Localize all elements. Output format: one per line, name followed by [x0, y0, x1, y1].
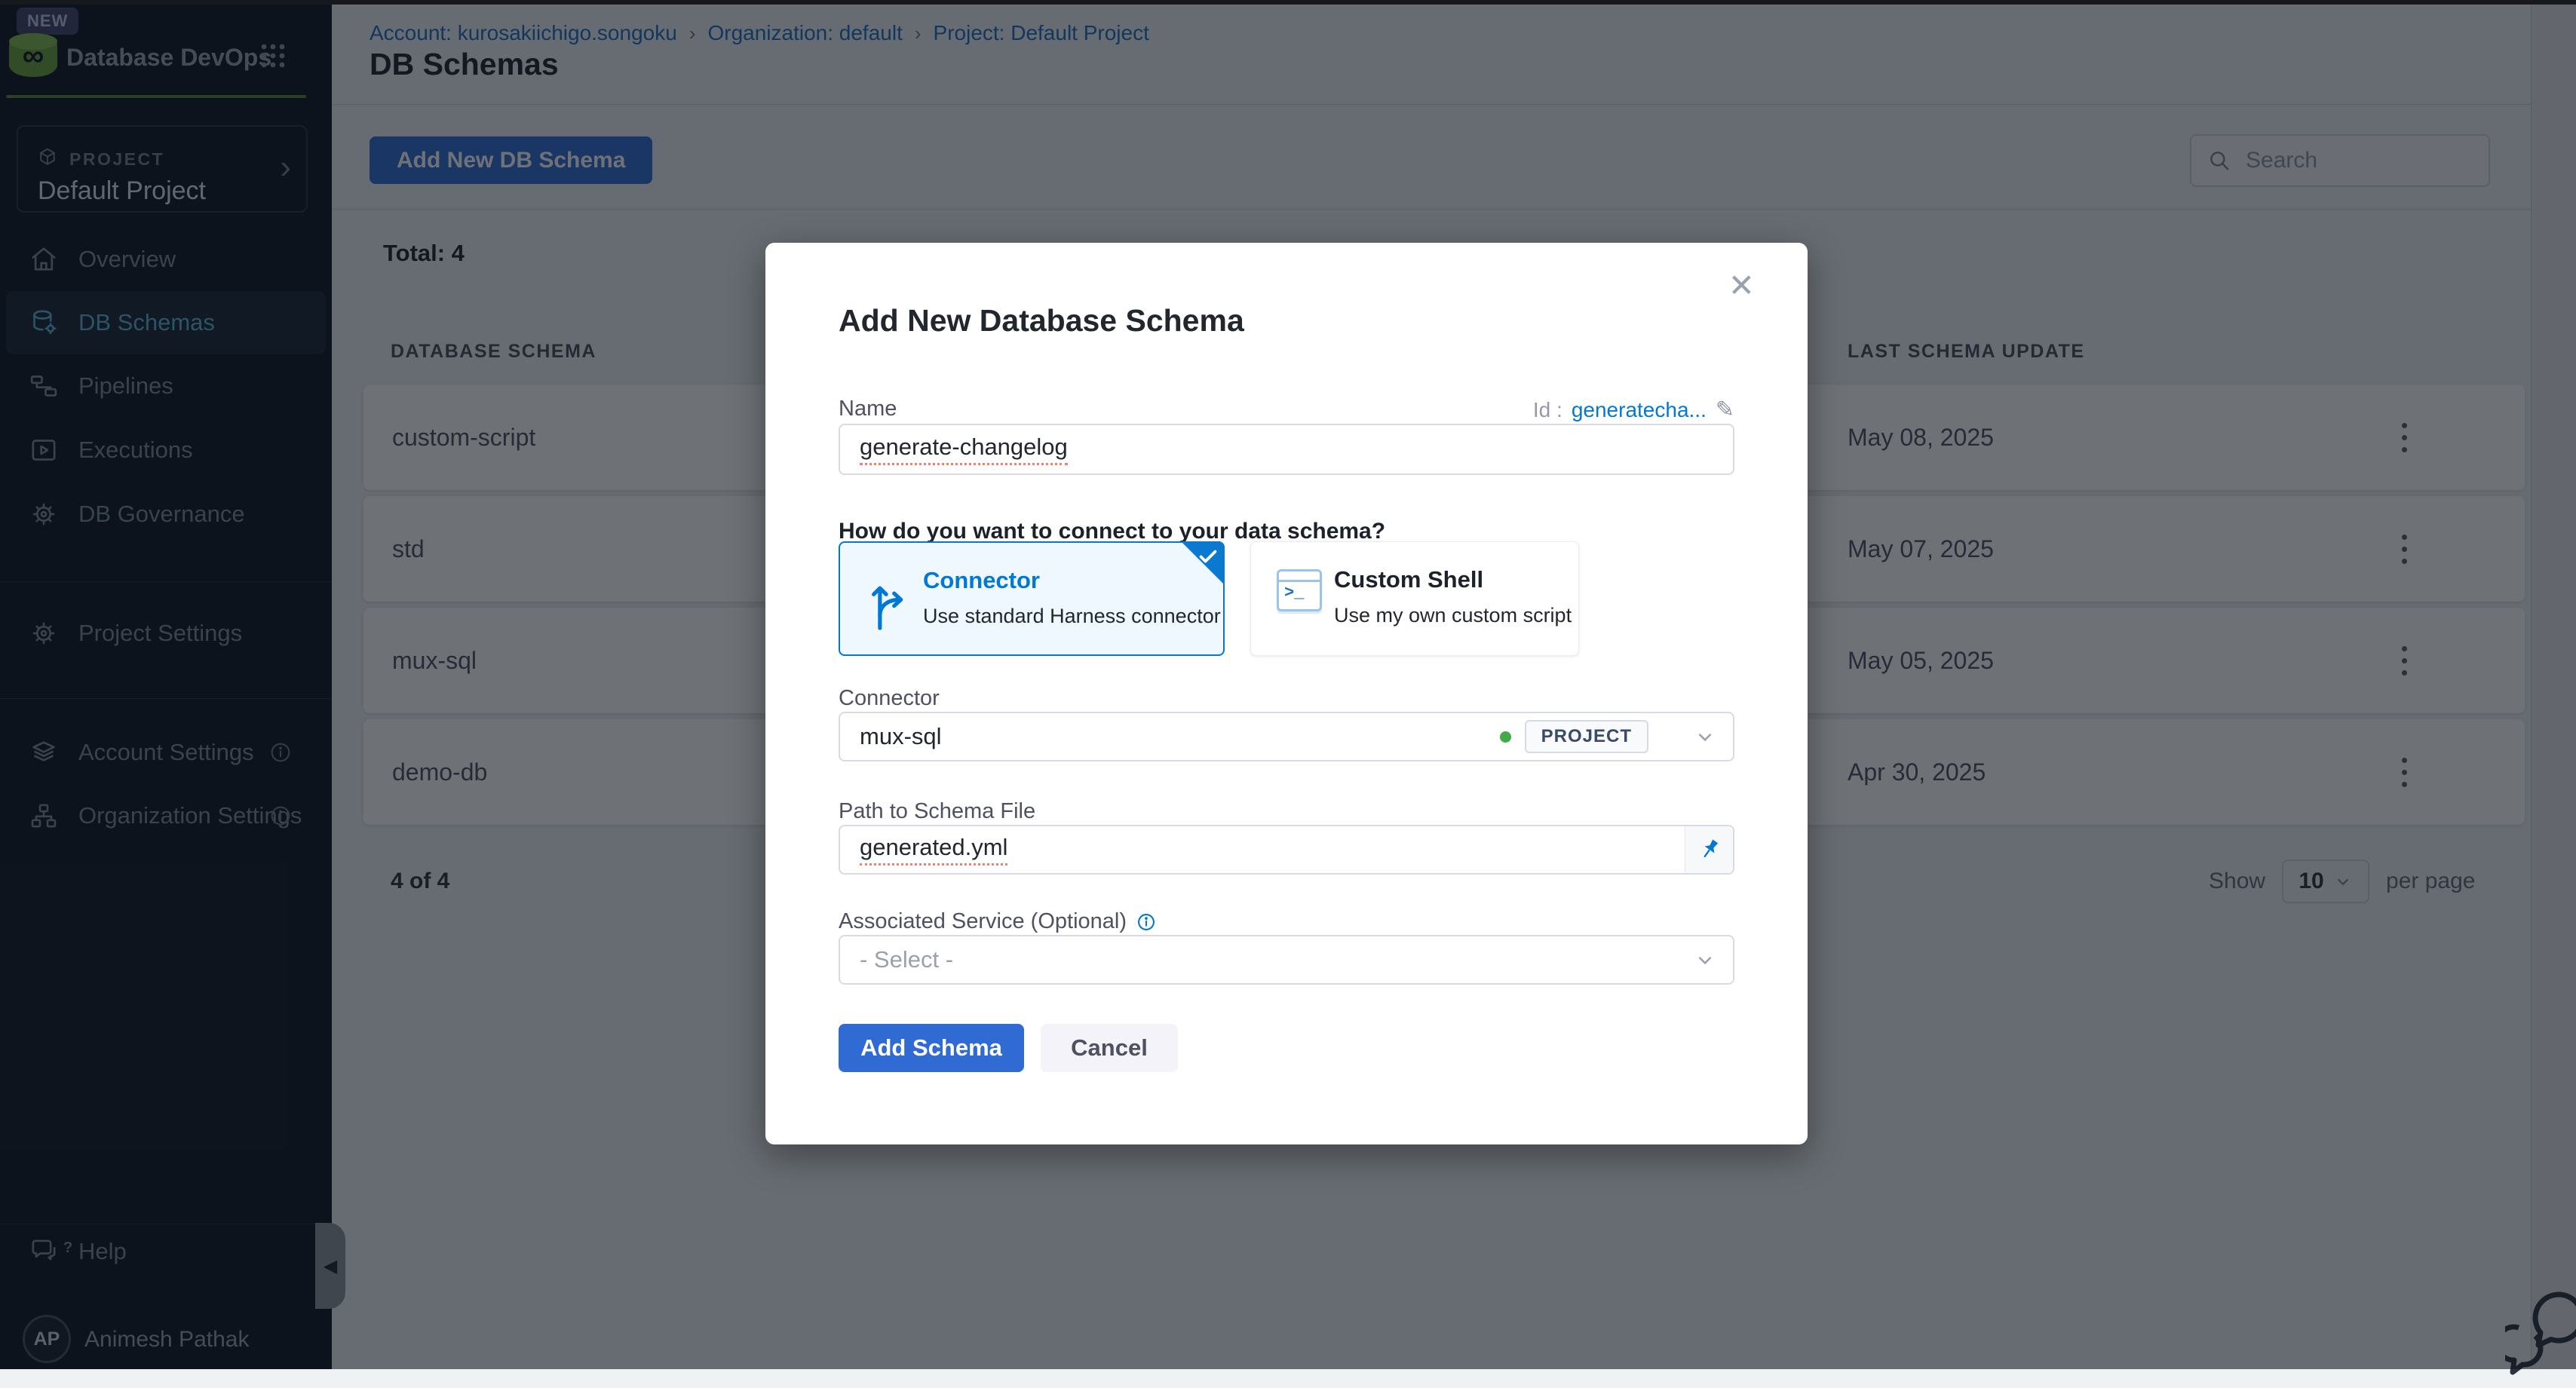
edit-pencil-icon[interactable]: ✎ [1716, 397, 1734, 423]
path-label-row: Path to Schema File [839, 799, 1734, 824]
option-card-connector[interactable]: Connector Use standard Harness connector [839, 541, 1225, 656]
schema-name-input[interactable]: generate-changelog [839, 424, 1734, 475]
id-value-link[interactable]: generatecha... [1572, 398, 1707, 422]
path-input[interactable]: generated.yml [839, 825, 1734, 875]
option-subtitle: Use my own custom script [1334, 604, 1572, 627]
connector-label: Connector [839, 686, 940, 710]
close-icon[interactable]: ✕ [1728, 270, 1755, 302]
service-label: Associated Service (Optional) [839, 909, 1127, 934]
chevron-down-icon [1694, 725, 1716, 748]
terminal-icon: >_ [1277, 569, 1322, 611]
scope-badge: PROJECT [1525, 720, 1648, 753]
connector-value: mux-sql [860, 723, 942, 750]
path-value: generated.yml [860, 834, 1007, 866]
pin-slot[interactable] [1685, 826, 1733, 873]
browser-top-edge [0, 0, 2576, 5]
add-schema-modal: ✕ Add New Database Schema Name Id : gene… [765, 243, 1808, 1144]
connect-question: How do you want to connect to your data … [839, 519, 1385, 544]
cancel-button[interactable]: Cancel [1041, 1024, 1178, 1072]
service-placeholder: - Select - [860, 946, 953, 973]
name-label: Name [839, 397, 897, 421]
name-label-row: Name Id : generatecha... ✎ [839, 397, 1734, 421]
service-select[interactable]: - Select - [839, 935, 1734, 985]
option-title: Custom Shell [1334, 566, 1483, 593]
status-dot-icon [1500, 731, 1511, 743]
path-label: Path to Schema File [839, 799, 1035, 823]
option-subtitle: Use standard Harness connector [923, 605, 1221, 628]
schema-name-value: generate-changelog [860, 434, 1068, 465]
option-card-custom-shell[interactable]: >_ Custom Shell Use my own custom script [1250, 541, 1579, 656]
info-icon[interactable] [1136, 912, 1157, 933]
id-group: Id : generatecha... ✎ [1533, 397, 1734, 423]
add-schema-button[interactable]: Add Schema [839, 1024, 1024, 1072]
modal-title: Add New Database Schema [839, 303, 1244, 339]
terminal-prompt-glyph: >_ [1284, 584, 1304, 602]
option-title: Connector [923, 567, 1040, 594]
service-label-row: Associated Service (Optional) [839, 909, 1734, 934]
connector-select[interactable]: mux-sql PROJECT [839, 712, 1734, 761]
check-icon [1199, 550, 1217, 564]
pushpin-icon [1691, 832, 1727, 867]
id-label: Id : [1533, 398, 1562, 422]
chevron-down-icon [1694, 948, 1716, 971]
connector-label-row: Connector [839, 686, 1734, 711]
connector-arrows-icon [866, 573, 915, 629]
